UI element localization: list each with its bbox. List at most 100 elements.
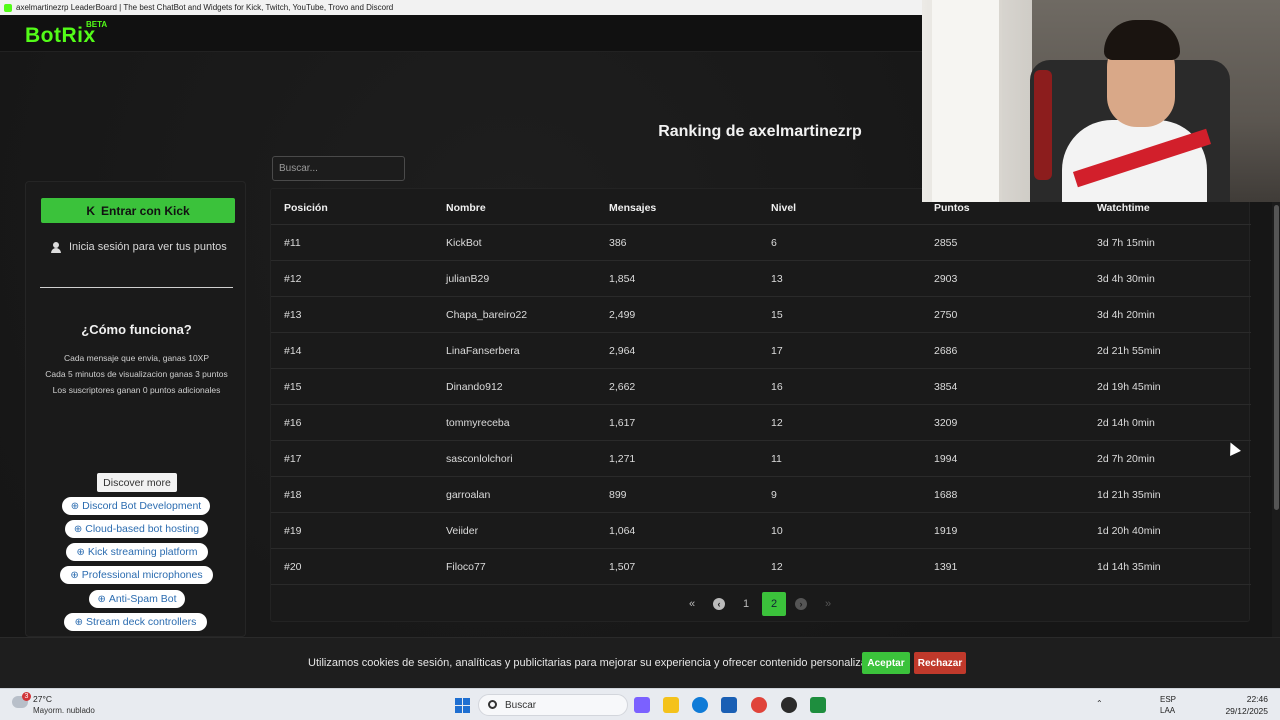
- cell-watchtime: 2d 7h 20min: [1097, 453, 1155, 465]
- cell-position: #11: [284, 237, 301, 249]
- page-1-button[interactable]: 1: [734, 592, 758, 616]
- store-app-icon[interactable]: [721, 697, 737, 713]
- cell-watchtime: 3d 4h 20min: [1097, 309, 1155, 321]
- cell-points: 1919: [934, 525, 958, 537]
- language-bottom[interactable]: LAA: [1160, 706, 1175, 715]
- ad-link-label: Kick streaming platform: [87, 546, 198, 558]
- table-row: #20 Filoco77 1,507 12 1391 1d 14h 35min: [271, 549, 1251, 585]
- next-page-button[interactable]: ›: [789, 592, 813, 616]
- plus-circle-icon: ⊕: [73, 523, 83, 535]
- column-header-points[interactable]: Puntos: [934, 201, 970, 215]
- taskbar-search[interactable]: Buscar: [478, 694, 628, 716]
- search-input[interactable]: [272, 156, 405, 181]
- table-row: #14 LinaFanserbera 2,964 17 2686 2d 21h 55min: [271, 333, 1251, 369]
- ad-link-label: Cloud-based bot hosting: [85, 523, 200, 535]
- cell-points: 1994: [934, 453, 958, 465]
- sidebar: K Entrar con Kick Inicia sesión para ver…: [25, 181, 246, 637]
- plus-circle-icon: ⊕: [97, 593, 106, 605]
- cell-name: Veiider: [446, 525, 479, 537]
- weather-description[interactable]: Mayorm. nublado: [33, 706, 95, 715]
- plus-circle-icon: ⊕: [76, 546, 85, 558]
- cell-level: 17: [771, 345, 783, 357]
- cell-position: #13: [284, 309, 302, 321]
- windows-taskbar: 3 27°C Mayorm. nublado Buscar ⌃ ESP LAA …: [0, 688, 1280, 720]
- cell-level: 9: [771, 489, 777, 501]
- weather-alert-badge: 3: [22, 692, 31, 701]
- excel-app-icon[interactable]: [810, 697, 826, 713]
- table-row: #15 Dinando912 2,662 16 3854 2d 19h 45min: [271, 369, 1251, 405]
- login-hint-text: Inicia sesión para ver tus puntos: [69, 241, 227, 253]
- cell-position: #20: [284, 561, 302, 573]
- how-line: Los suscriptores ganan 0 puntos adiciona…: [52, 385, 221, 395]
- favicon-icon: [4, 4, 12, 12]
- table-row: #12 julianB29 1,854 13 2903 3d 4h 30min: [271, 261, 1251, 297]
- column-header-position[interactable]: Posición: [284, 201, 328, 215]
- column-header-messages[interactable]: Mensajes: [609, 201, 656, 215]
- file-explorer-icon[interactable]: [663, 697, 679, 713]
- chevron-right-icon: ›: [795, 598, 807, 610]
- scrollbar-thumb[interactable]: [1274, 205, 1279, 510]
- cell-points: 2686: [934, 345, 958, 357]
- cell-watchtime: 2d 21h 55min: [1097, 345, 1161, 357]
- chrome-browser-icon[interactable]: [751, 697, 767, 713]
- kick-icon: K: [86, 203, 95, 218]
- ad-link-label: Stream deck controllers: [86, 616, 197, 628]
- clock-time[interactable]: 22:46: [1236, 694, 1268, 704]
- cell-name: KickBot: [446, 237, 482, 249]
- cell-messages: 386: [609, 237, 627, 249]
- cell-level: 6: [771, 237, 777, 249]
- ad-link-discord-bot[interactable]: ⊕ Discord Bot Development: [62, 497, 210, 515]
- plus-circle-icon: ⊕: [70, 500, 80, 512]
- cell-watchtime: 2d 14h 0min: [1097, 417, 1155, 429]
- cell-messages: 2,964: [609, 345, 636, 357]
- double-chevron-right-icon: »: [824, 598, 832, 610]
- ad-link-label: Professional microphones: [81, 569, 203, 581]
- leaderboard-table: Posición Nombre Mensajes Nivel Puntos Wa…: [270, 188, 1251, 622]
- weather-temperature[interactable]: 27°C: [33, 694, 52, 704]
- cell-points: 1391: [934, 561, 958, 573]
- page-title: Ranking de axelmartinezrp: [658, 123, 862, 140]
- column-header-name[interactable]: Nombre: [446, 201, 486, 215]
- language-top[interactable]: ESP: [1160, 695, 1176, 704]
- column-header-watchtime[interactable]: Watchtime: [1097, 201, 1150, 215]
- cell-level: 12: [771, 561, 783, 573]
- ad-link-stream-deck[interactable]: ⊕ Stream deck controllers: [64, 613, 207, 631]
- ad-link-kick-platform[interactable]: ⊕ Kick streaming platform: [66, 543, 208, 561]
- cell-level: 11: [771, 453, 782, 465]
- cell-position: #19: [284, 525, 302, 537]
- last-page-button[interactable]: »: [816, 592, 840, 616]
- copilot-app-icon[interactable]: [634, 697, 650, 713]
- obs-app-icon[interactable]: [781, 697, 797, 713]
- browser-title: axelmartinezrp LeaderBoard | The best Ch…: [16, 3, 394, 12]
- ad-link-cloud-hosting[interactable]: ⊕ Cloud-based bot hosting: [65, 520, 208, 538]
- cell-watchtime: 2d 19h 45min: [1097, 381, 1161, 393]
- search-icon: [488, 700, 497, 709]
- cell-position: #15: [284, 381, 302, 393]
- clock-date[interactable]: 29/12/2025: [1220, 706, 1268, 716]
- beta-badge: BETA: [86, 20, 108, 29]
- webcam-overlay: [922, 0, 1280, 202]
- prev-page-button[interactable]: ‹: [707, 592, 731, 616]
- cell-position: #17: [284, 453, 302, 465]
- cell-position: #14: [284, 345, 302, 357]
- windows-start-icon[interactable]: [455, 698, 470, 713]
- first-page-button[interactable]: «: [680, 592, 704, 616]
- login-kick-button[interactable]: K Entrar con Kick: [41, 198, 235, 223]
- column-header-level[interactable]: Nivel: [771, 201, 796, 215]
- plus-circle-icon: ⊕: [70, 569, 79, 581]
- accept-cookies-button[interactable]: Aceptar: [862, 652, 910, 674]
- edge-browser-icon[interactable]: [692, 697, 708, 713]
- cell-watchtime: 1d 20h 40min: [1097, 525, 1161, 537]
- cell-points: 2855: [934, 237, 958, 249]
- chevron-left-icon: ‹: [713, 598, 725, 610]
- cell-points: 3209: [934, 417, 958, 429]
- cell-points: 2750: [934, 309, 958, 321]
- cell-name: garroalan: [446, 489, 491, 501]
- ad-link-microphones[interactable]: ⊕ Professional microphones: [60, 566, 213, 584]
- tray-chevron-up-icon[interactable]: ⌃: [1096, 699, 1103, 708]
- reject-cookies-button[interactable]: Rechazar: [914, 652, 966, 674]
- ad-link-anti-spam[interactable]: ⊕ Anti-Spam Bot: [89, 590, 185, 608]
- cell-level: 16: [771, 381, 783, 393]
- page-2-button[interactable]: 2: [762, 592, 786, 616]
- sidebar-divider: [40, 287, 233, 288]
